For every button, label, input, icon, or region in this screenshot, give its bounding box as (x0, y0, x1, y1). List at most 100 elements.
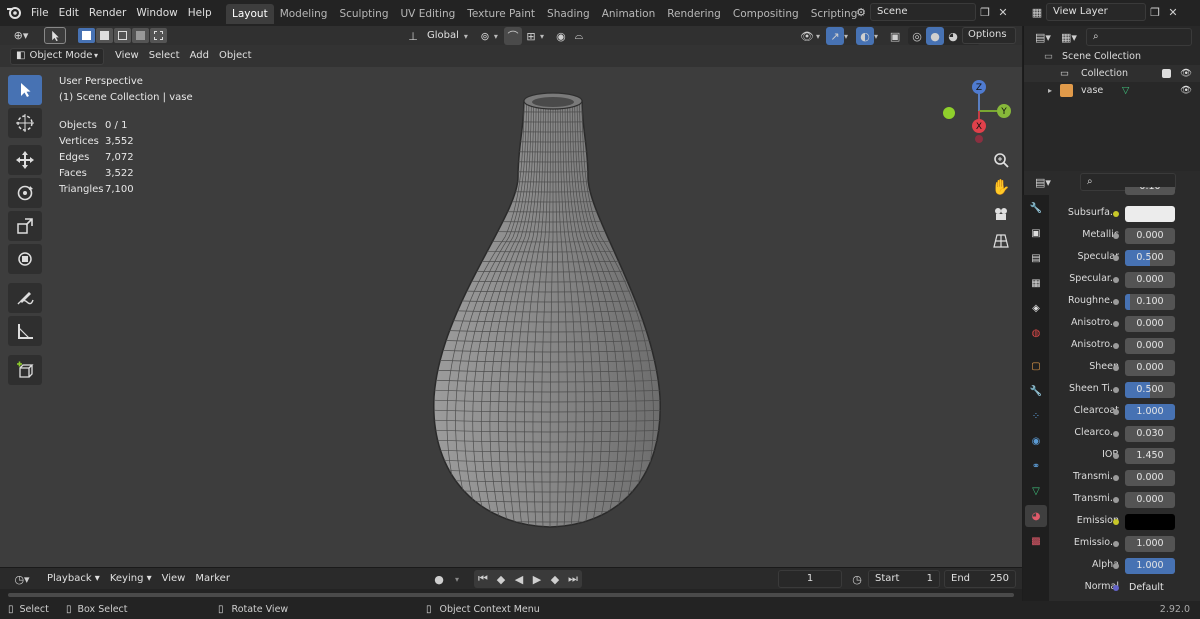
menu-keying[interactable]: Keying ▾ (105, 570, 157, 588)
physics-tab-icon[interactable]: ◉ (1025, 430, 1047, 452)
vase-mesh[interactable] (400, 87, 700, 557)
select-tool-icon[interactable] (44, 27, 66, 44)
property-value-slider[interactable]: 0.100 (1125, 294, 1175, 310)
display-mode-icon[interactable]: ▦▾ (1056, 28, 1082, 46)
material-tab-icon[interactable]: ◕ (1025, 505, 1047, 527)
solid-shading-icon[interactable]: ● (926, 27, 945, 45)
visibility-eye-icon[interactable]: 👁 (1180, 82, 1192, 99)
delete-view-layer-icon[interactable]: ✕ (1164, 3, 1182, 21)
jump-start-icon[interactable]: ⏮ (474, 570, 492, 588)
jump-end-icon[interactable]: ⏭ (564, 570, 582, 588)
socket-dot-icon[interactable] (1113, 475, 1119, 481)
particles-tab-icon[interactable]: ⁘ (1025, 405, 1047, 427)
outliner-editor-icon[interactable]: ▤▾ (1030, 28, 1056, 46)
scale-tool-icon[interactable] (8, 211, 42, 241)
outliner-search-input[interactable]: ⌕ (1086, 28, 1192, 46)
options-dropdown[interactable]: Options ▾ (962, 27, 1016, 54)
cursor-tool-icon[interactable] (8, 108, 42, 138)
output-tab-icon[interactable]: ▤ (1025, 247, 1047, 269)
camera-view-icon[interactable] (988, 201, 1014, 227)
auto-key-icon[interactable]: ▾ (448, 570, 466, 588)
socket-dot-icon[interactable] (1113, 585, 1119, 591)
property-value-slider[interactable]: 0.500 (1125, 382, 1175, 398)
socket-dot-icon[interactable] (1113, 519, 1119, 525)
annotate-tool-icon[interactable] (8, 283, 42, 313)
snap-icon[interactable]: ⌒ (503, 27, 522, 45)
end-frame-field[interactable]: End 250 (944, 570, 1016, 588)
measure-tool-icon[interactable] (8, 316, 42, 346)
socket-dot-icon[interactable] (1113, 409, 1119, 415)
new-scene-icon[interactable]: ❐ (976, 3, 994, 21)
visibility-eye-icon[interactable]: 👁 (1180, 65, 1192, 82)
menu-marker[interactable]: Marker (190, 570, 235, 588)
falloff-icon[interactable]: ⌓ (570, 27, 588, 45)
outliner-scene-collection[interactable]: ▭ Scene Collection (1024, 48, 1200, 65)
property-value-slider[interactable]: 0.000 (1125, 360, 1175, 376)
menu-file[interactable]: File (26, 2, 54, 24)
play-reverse-icon[interactable]: ◀ (510, 570, 528, 588)
gizmo-neg-y-axis[interactable] (943, 107, 955, 119)
play-icon[interactable]: ▶ (528, 570, 546, 588)
exclude-checkbox[interactable] (1162, 69, 1171, 78)
snap-target-icon[interactable]: ⊞ (522, 27, 540, 45)
property-value-slider[interactable]: 1.450 (1125, 448, 1175, 464)
tab-uv-editing[interactable]: UV Editing (395, 4, 462, 24)
proportional-edit-icon[interactable]: ◉ (552, 27, 570, 45)
outliner-object-vase[interactable]: ▸ vase ▽ 👁 (1024, 82, 1200, 99)
socket-dot-icon[interactable] (1113, 343, 1119, 349)
move-tool-icon[interactable] (8, 145, 42, 175)
socket-dot-icon[interactable] (1113, 563, 1119, 569)
menu-view[interactable]: View (110, 47, 144, 65)
property-value-slider[interactable]: 0.000 (1125, 316, 1175, 332)
socket-dot-icon[interactable] (1113, 277, 1119, 283)
gizmo-toggle-icon[interactable]: ↗ (826, 27, 845, 45)
prev-keyframe-icon[interactable]: ◆ (492, 570, 510, 588)
timeline-scrollbar[interactable] (8, 593, 1014, 597)
zoom-icon[interactable] (988, 147, 1014, 173)
wireframe-shading-icon[interactable]: ◎ (908, 27, 926, 45)
xray-toggle-icon[interactable]: ▣ (886, 27, 904, 45)
socket-dot-icon[interactable] (1113, 453, 1119, 459)
3d-viewport[interactable]: User Perspective (1) Scene Collection | … (0, 67, 1022, 567)
tab-shading[interactable]: Shading (541, 4, 596, 24)
record-icon[interactable]: ● (430, 570, 448, 588)
menu-timeline-view[interactable]: View (157, 570, 191, 588)
menu-select[interactable]: Select (144, 47, 185, 65)
tab-sculpting[interactable]: Sculpting (333, 4, 394, 24)
gizmo-neg-z-axis[interactable] (975, 135, 983, 143)
editor-type-icon[interactable]: ⊕▾ (8, 27, 34, 45)
select-new-icon[interactable] (78, 28, 95, 43)
menu-playback[interactable]: Playback ▾ (42, 570, 105, 588)
tab-layout[interactable]: Layout (226, 4, 274, 24)
visibility-eye-icon[interactable]: 👁 (798, 27, 816, 45)
tab-modeling[interactable]: Modeling (274, 4, 334, 24)
blender-logo-icon[interactable] (6, 4, 22, 20)
socket-dot-icon[interactable] (1113, 541, 1119, 547)
constraints-tab-icon[interactable]: ⚭ (1025, 455, 1047, 477)
orientation-dropdown[interactable]: Global (422, 27, 464, 45)
tab-rendering[interactable]: Rendering (661, 4, 727, 24)
add-cube-tool-icon[interactable] (8, 355, 42, 385)
property-value-slider[interactable]: 1.000 (1125, 558, 1175, 574)
scene-tab-icon[interactable]: ◈ (1025, 297, 1047, 319)
socket-dot-icon[interactable] (1113, 211, 1119, 217)
timeline-editor-icon[interactable]: ◷▾ (10, 570, 34, 588)
tab-animation[interactable]: Animation (596, 4, 662, 24)
tool-tab-icon[interactable]: 🔧 (1025, 197, 1047, 219)
property-value-slider[interactable]: 0.000 (1125, 228, 1175, 244)
property-value-slider[interactable]: 1.000 (1125, 536, 1175, 552)
delete-scene-icon[interactable]: ✕ (994, 3, 1012, 21)
timeline-scrub-area[interactable] (0, 589, 1022, 601)
pan-hand-icon[interactable]: ✋ (988, 174, 1014, 200)
transform-tool-icon[interactable] (8, 244, 42, 274)
select-extend-icon[interactable] (96, 28, 113, 43)
stopwatch-icon[interactable]: ◷ (848, 570, 866, 588)
material-shading-icon[interactable]: ◕ (944, 27, 962, 45)
property-text-field[interactable]: Default (1125, 580, 1175, 596)
object-tab-icon[interactable]: ▢ (1025, 355, 1047, 377)
tab-texture-paint[interactable]: Texture Paint (461, 4, 541, 24)
color-swatch[interactable] (1125, 514, 1175, 530)
property-value-slider[interactable]: 0.000 (1125, 492, 1175, 508)
property-value-slider[interactable]: 0.000 (1125, 272, 1175, 288)
tab-compositing[interactable]: Compositing (727, 4, 805, 24)
